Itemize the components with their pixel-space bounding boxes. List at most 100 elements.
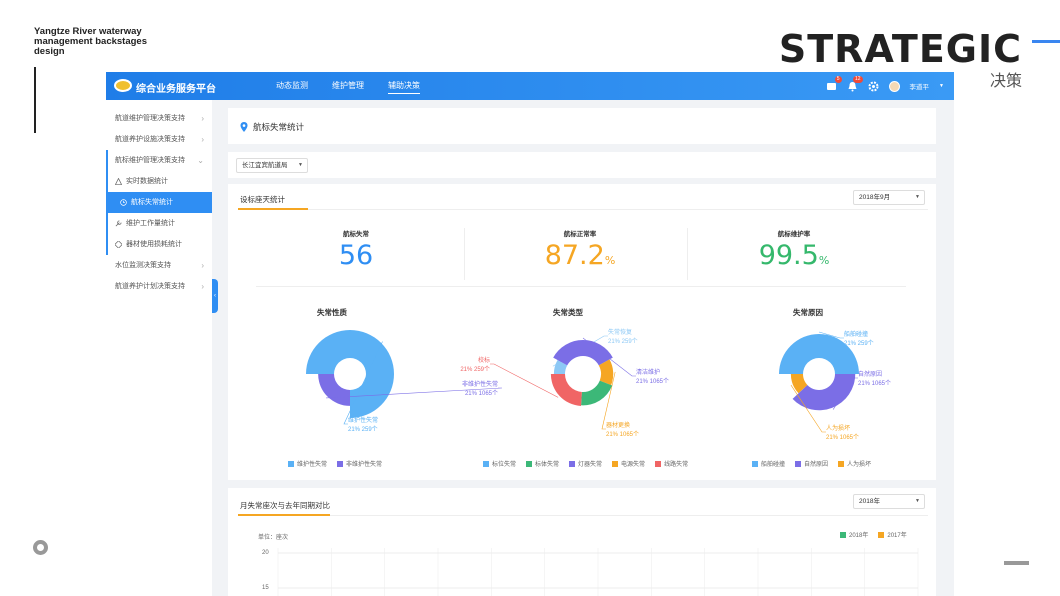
pie-slice[interactable] xyxy=(306,330,394,418)
nav-item-decision[interactable]: 辅助决策 xyxy=(376,72,432,100)
legend-item: 电源失常 xyxy=(612,459,645,468)
sidebar-item-label: 航标维护管理决策支持 xyxy=(115,157,185,164)
bureau-select-value: 长江宜宾航道局 xyxy=(242,162,288,169)
leader-line xyxy=(582,337,636,377)
warning-icon xyxy=(115,178,122,185)
ring-icon xyxy=(33,540,48,555)
sidebar-item-plan[interactable]: 航道养护计划决策支持 › xyxy=(106,276,212,297)
legend-item: 标体失常 xyxy=(526,459,559,468)
nav-item-monitor[interactable]: 动态监测 xyxy=(264,72,320,100)
stat-suffix: % xyxy=(818,254,830,267)
legend-label: 电源失常 xyxy=(621,462,646,468)
month-select[interactable]: 2018年9月 ▼ xyxy=(853,190,925,205)
chevron-right-icon: › xyxy=(201,261,204,270)
location-pin-icon xyxy=(240,122,248,132)
stat-label: 航标正常率 xyxy=(563,231,597,238)
sidebar-item-equipment[interactable]: 器材使用损耗统计 xyxy=(106,234,212,255)
sidebar-item-workload[interactable]: 维护工作量统计 xyxy=(106,213,212,234)
chevron-right-icon: › xyxy=(201,135,204,144)
pie-slice[interactable] xyxy=(779,334,859,374)
line-chart-grid xyxy=(277,548,919,596)
equipment-icon xyxy=(115,241,122,248)
pie-slice[interactable] xyxy=(550,374,582,407)
slice-label: 校标 xyxy=(478,356,490,364)
slice-label: 维护性失常 xyxy=(348,416,378,424)
legend-swatch xyxy=(569,461,576,467)
section-underline xyxy=(238,208,308,210)
app-title: 综合业务服务平台 xyxy=(136,84,216,95)
pie-slice[interactable] xyxy=(553,359,568,374)
section-divider xyxy=(308,209,928,210)
legend-swatch xyxy=(337,461,344,467)
slice-value-label: 21% 259个 xyxy=(348,426,378,433)
legend-label: 灯器失常 xyxy=(578,462,603,468)
slice-label: 人为损坏 xyxy=(826,424,850,432)
nav-item-maintenance[interactable]: 维护管理 xyxy=(320,72,376,100)
slice-value-label: 21% 1065个 xyxy=(465,390,498,397)
chart-title: 失常性质 xyxy=(317,308,347,317)
slide-caption: Yangtze River waterway management backst… xyxy=(34,26,147,57)
slice-label: 器材更换 xyxy=(606,421,630,429)
caret-down-icon: ▼ xyxy=(915,194,920,200)
pie-slice[interactable] xyxy=(553,340,613,366)
leader-line xyxy=(343,341,383,425)
pie-slice[interactable] xyxy=(790,374,808,394)
chart-legend: 船舶碰撞 自然原因 人为损坏 xyxy=(752,459,871,468)
stat-label: 航标维护率 xyxy=(777,231,811,238)
sidebar: 航道维护管理决策支持 › 航道养护设施决策支持 › 航标维护管理决策支持 ⌄ 实时数据… xyxy=(106,100,212,596)
stat-divider xyxy=(687,228,688,280)
slide-brand-sub: 决策 xyxy=(989,73,1022,90)
user-name[interactable]: 李道平 xyxy=(910,81,930,91)
message-icon[interactable]: 5 xyxy=(826,75,842,92)
pie-slice[interactable] xyxy=(792,374,856,411)
legend-label: 自然原因 xyxy=(804,462,829,468)
bureau-select[interactable]: 长江宜宾航道局 ▼ xyxy=(236,158,308,173)
sidebar-item-label: 水位监测决策支持 xyxy=(115,262,171,269)
legend-label: 维护性失常 xyxy=(297,462,328,468)
chart-legend: 维护性失常 非维护性失常 xyxy=(288,459,382,468)
pie-slice[interactable] xyxy=(598,359,614,386)
slice-label: 非维护性失常 xyxy=(462,380,498,388)
message-badge: 5 xyxy=(834,75,842,83)
legend-item: 自然原因 xyxy=(795,459,828,468)
clock-icon xyxy=(120,199,127,206)
gear-icon[interactable] xyxy=(868,81,879,92)
stat-suffix: % xyxy=(604,254,616,267)
slide-brand: STRATEGIC xyxy=(778,27,1022,71)
chevron-down-icon[interactable]: ▼ xyxy=(939,83,944,89)
stat-divider xyxy=(464,228,465,280)
month-select-value: 2018年9月 xyxy=(859,194,891,201)
bell-icon[interactable]: 12 xyxy=(847,75,863,92)
stat-number: 87.2 xyxy=(544,240,605,271)
dash-icon xyxy=(1004,561,1029,565)
sidebar-item-facility[interactable]: 航道养护设施决策支持 › xyxy=(106,129,212,150)
sidebar-item-anomaly[interactable]: 航标失常统计 xyxy=(106,192,212,213)
chart-legend: 标位失常 标体失常 灯器失常 电源失常 线路失常 xyxy=(483,459,688,468)
bell-badge: 12 xyxy=(852,75,863,83)
stats-section-title: 设标座天统计 xyxy=(240,195,285,204)
pie-slice[interactable] xyxy=(581,380,613,406)
sidebar-item-label: 航标失常统计 xyxy=(131,199,173,206)
sidebar-item-realtime[interactable]: 实时数据统计 xyxy=(106,171,212,192)
sidebar-item-beacon[interactable]: 航标维护管理决策支持 ⌄ xyxy=(106,150,212,171)
pie-slice[interactable] xyxy=(318,374,350,406)
legend-item: 标位失常 xyxy=(483,459,516,468)
legend-swatch xyxy=(612,461,619,467)
page-title: 航标失常统计 xyxy=(253,122,305,132)
legend-label: 人为损坏 xyxy=(847,462,872,468)
vertical-grid xyxy=(277,548,919,596)
sidebar-item-waterway[interactable]: 航道维护管理决策支持 › xyxy=(106,108,212,129)
wrench-icon xyxy=(115,220,122,227)
slide-divider xyxy=(34,67,36,133)
stat-value: 56 xyxy=(286,240,426,271)
legend-swatch xyxy=(752,461,758,467)
legend-swatch xyxy=(838,461,845,467)
sidebar-item-waterlevel[interactable]: 水位监测决策支持 › xyxy=(106,255,212,276)
stats-divider xyxy=(256,286,906,287)
collapse-sidebar-button[interactable]: ‹ xyxy=(212,279,218,313)
filter-bar: 长江宜宾航道局 ▼ xyxy=(228,152,936,178)
avatar[interactable] xyxy=(888,80,900,92)
slice-value-label: 21% 1065个 xyxy=(606,431,639,438)
sidebar-item-label: 航道养护计划决策支持 xyxy=(115,283,185,290)
legend-label: 线路失常 xyxy=(664,462,689,468)
